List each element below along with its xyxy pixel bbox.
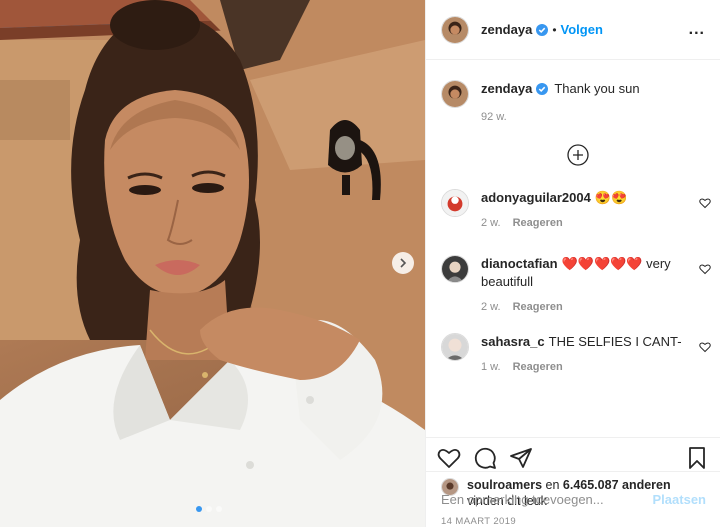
- carousel-indicator: [196, 506, 222, 512]
- reply-button[interactable]: Reageren: [513, 361, 563, 373]
- post-sidebar: zendaya • Volgen ... zendaya Thank you s…: [425, 0, 720, 527]
- carousel-dot: [206, 506, 212, 512]
- comment-timestamp[interactable]: 1 w.: [481, 361, 501, 373]
- like-heart-icon[interactable]: [437, 446, 461, 470]
- post-header: zendaya • Volgen ...: [426, 0, 720, 60]
- avatar[interactable]: [441, 80, 469, 108]
- reply-button[interactable]: Reageren: [513, 217, 563, 229]
- avatar[interactable]: [441, 255, 469, 283]
- comment-username[interactable]: adonyaguilar2004: [481, 190, 591, 205]
- comment-text: THE SELFIES I CANT-: [548, 334, 682, 349]
- comment-timestamp[interactable]: 2 w.: [481, 301, 501, 313]
- comment-icon[interactable]: [473, 446, 497, 470]
- share-icon[interactable]: [509, 446, 533, 470]
- post-dialog: zendaya • Volgen ... zendaya Thank you s…: [0, 0, 720, 527]
- avatar[interactable]: [441, 333, 469, 361]
- caption-timestamp: 92 w.: [481, 111, 507, 123]
- caption-text: Thank you sun: [554, 81, 640, 96]
- like-comment-heart-icon[interactable]: [699, 263, 711, 275]
- avatar[interactable]: [441, 15, 469, 44]
- more-options-button[interactable]: ...: [689, 21, 705, 39]
- post-photo[interactable]: [0, 0, 425, 527]
- comment-input[interactable]: [441, 492, 653, 507]
- reply-button[interactable]: Reageren: [513, 301, 563, 313]
- comment-timestamp[interactable]: 2 w.: [481, 217, 501, 229]
- comment-box: Plaatsen: [426, 471, 720, 527]
- comment-username[interactable]: dianoctafian: [481, 256, 558, 271]
- verified-badge-icon: [536, 23, 549, 36]
- bookmark-icon[interactable]: [685, 446, 709, 470]
- header-separator: •: [552, 22, 557, 37]
- comments-list[interactable]: zendaya Thank you sun 92 w. adonyaguilar…: [426, 60, 720, 437]
- caption-username[interactable]: zendaya: [481, 80, 532, 98]
- avatar[interactable]: [441, 189, 469, 217]
- like-comment-heart-icon[interactable]: [699, 197, 711, 209]
- comment-item: adonyaguilar2004 😍😍 2 w. Reageren: [441, 189, 711, 229]
- carousel-dot: [216, 506, 222, 512]
- comment-item: sahasra_c THE SELFIES I CANT- 1 w. Reager…: [441, 333, 711, 373]
- comment-text: 😍😍: [594, 190, 628, 205]
- comment-username[interactable]: sahasra_c: [481, 334, 545, 349]
- like-comment-heart-icon[interactable]: [699, 341, 711, 353]
- load-more-comments-icon[interactable]: [567, 144, 589, 166]
- post-comment-button[interactable]: Plaatsen: [653, 492, 706, 507]
- follow-button[interactable]: Volgen: [561, 22, 603, 37]
- chevron-right-icon: [400, 258, 407, 268]
- carousel-dot: [196, 506, 202, 512]
- comment-item: dianoctafian ❤️❤️❤️❤️❤️ very beautifull 2…: [441, 255, 711, 313]
- caption: zendaya Thank you sun: [441, 80, 640, 108]
- post-author-username[interactable]: zendaya: [481, 22, 532, 37]
- next-slide-button[interactable]: [392, 252, 414, 274]
- verified-badge-icon: [536, 83, 549, 95]
- selfie-image: [0, 0, 425, 527]
